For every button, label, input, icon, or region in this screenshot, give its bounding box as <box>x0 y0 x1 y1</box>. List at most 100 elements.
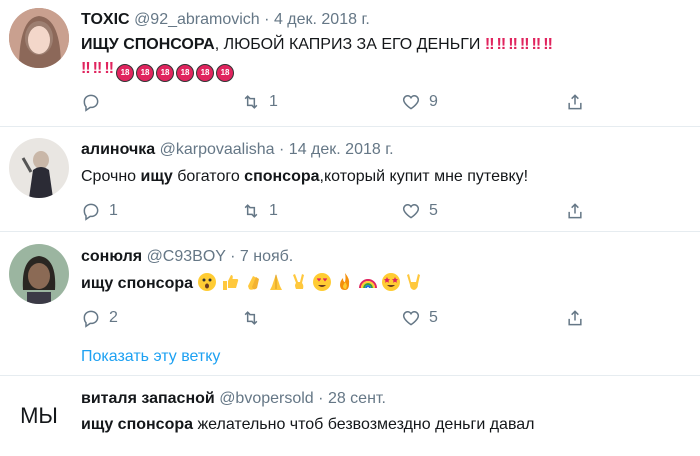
separator-dot: · <box>230 248 236 265</box>
tweet-header: алиночка @karpovaalisha · 14 дек. 2018 г… <box>81 140 394 160</box>
no-under-18-icon: 18 <box>136 64 155 82</box>
text-bold: ищу спонсора <box>81 275 194 292</box>
sign-of-horns-icon <box>407 274 421 290</box>
retweet-button[interactable] <box>241 306 269 330</box>
text-bold: ИЩУ СПОНСОРА <box>81 36 215 53</box>
avatar-photo <box>9 138 69 198</box>
separator-dot: · <box>318 390 324 407</box>
user-name[interactable]: сонюля <box>81 248 142 265</box>
heart-icon <box>402 203 420 219</box>
tweet-text: ищу спонсора <box>81 272 681 296</box>
tweet-actions: 2 5 <box>81 306 601 330</box>
avatar-photo <box>9 244 69 304</box>
reply-count: 1 <box>109 202 118 219</box>
retweet-button[interactable]: 1 <box>241 199 278 223</box>
reply-icon <box>83 310 99 328</box>
tweet-actions: 1 9 <box>81 90 601 114</box>
tweet-header: виталя запасной @bvopersold · 28 сент. <box>81 389 386 409</box>
heart-icon <box>402 310 420 326</box>
share-icon <box>568 94 582 110</box>
tweet-1[interactable]: TOXIC @92_abramovich · 4 дек. 2018 г. ИЩ… <box>0 0 700 126</box>
no-under-18-icon: 18 <box>216 64 235 82</box>
double-exclamation-icon: ‼ <box>104 60 114 77</box>
tweet-date[interactable]: 7 нояб. <box>240 248 293 265</box>
text-part: ,который купит мне путевку! <box>319 168 529 185</box>
reply-count: 2 <box>109 309 118 326</box>
user-name[interactable]: алиночка <box>81 141 155 158</box>
reply-icon <box>83 94 99 112</box>
double-exclamation-icon: ‼ <box>508 36 518 53</box>
tweet-4[interactable]: МЫ виталя запасной @bvopersold · 28 сент… <box>0 376 700 456</box>
heart-icon <box>402 94 420 110</box>
share-icon <box>568 310 582 326</box>
text-part: богатого <box>172 168 245 185</box>
fire-icon <box>340 273 350 290</box>
separator-dot: · <box>279 141 285 158</box>
retweet-icon <box>244 204 258 218</box>
avatar[interactable] <box>9 138 69 198</box>
separator-dot: · <box>264 11 270 28</box>
share-icon <box>568 203 582 219</box>
victory-hand-icon <box>293 274 305 289</box>
text-bold: спонсора <box>244 168 320 185</box>
avatar[interactable]: МЫ <box>9 386 69 446</box>
avatar[interactable] <box>9 8 69 68</box>
double-exclamation-icon: ‼ <box>543 36 553 53</box>
clapping-hands-icon <box>248 276 260 290</box>
reply-button[interactable]: 1 <box>81 199 118 223</box>
retweet-icon <box>244 95 258 109</box>
avatar-photo <box>9 8 69 68</box>
like-count: 5 <box>429 309 438 326</box>
thumbs-up-icon <box>223 275 239 290</box>
like-count: 9 <box>429 93 438 110</box>
text-part: Срочно <box>81 168 141 185</box>
tweet-header: сонюля @C93BOY · 7 нояб. <box>81 247 293 267</box>
double-exclamation-icon: ‼ <box>496 36 507 53</box>
double-exclamation-icon: ‼ <box>92 60 103 77</box>
text-bold: ищу спонсора <box>81 416 194 433</box>
reply-button[interactable] <box>81 90 109 114</box>
tweet-text: Срочно ищу богатого спонсора,который куп… <box>81 165 681 189</box>
like-button[interactable]: 9 <box>401 90 438 114</box>
user-handle[interactable]: @karpovaalisha <box>160 141 275 158</box>
share-button[interactable] <box>565 90 585 114</box>
reply-button[interactable]: 2 <box>81 306 118 330</box>
tweet-text: ИЩУ СПОНСОРА, ЛЮБОЙ КАПРИЗ ЗА ЕГО ДЕНЬГИ… <box>81 33 681 82</box>
like-count: 5 <box>429 202 438 219</box>
tweet-header: TOXIC @92_abramovich · 4 дек. 2018 г. <box>81 10 370 30</box>
share-button[interactable] <box>565 306 585 330</box>
tweet-text: ищу спонсора желательно чтоб безвозмездн… <box>81 413 681 437</box>
rainbow-icon <box>359 279 378 289</box>
like-button[interactable]: 5 <box>401 199 438 223</box>
text-rest: , ЛЮБОЙ КАПРИЗ ЗА ЕГО ДЕНЬГИ <box>214 36 481 53</box>
text-bold: ищу <box>140 168 173 185</box>
folded-hands-icon <box>270 274 283 290</box>
retweet-icon <box>244 311 258 325</box>
no-under-18-icon: 18 <box>156 64 175 82</box>
user-name[interactable]: TOXIC <box>81 11 130 28</box>
no-under-18-icon: 18 <box>116 64 135 82</box>
double-exclamation-icon: ‼ <box>81 60 91 77</box>
share-button[interactable] <box>565 199 585 223</box>
like-button[interactable]: 5 <box>401 306 438 330</box>
show-thread-link[interactable]: Показать эту ветку <box>81 348 220 366</box>
user-name[interactable]: виталя запасной <box>81 390 215 407</box>
avatar[interactable] <box>9 244 69 304</box>
user-handle[interactable]: @bvopersold <box>219 390 314 407</box>
user-handle[interactable]: @C93BOY <box>147 248 226 265</box>
tweet-date[interactable]: 4 дек. 2018 г. <box>274 11 370 28</box>
retweet-count: 1 <box>269 202 278 219</box>
avatar-text: МЫ <box>20 403 58 428</box>
star-struck-icon <box>382 273 401 291</box>
double-exclamation-icon: ‼ <box>519 36 530 53</box>
user-handle[interactable]: @92_abramovich <box>134 11 260 28</box>
tweet-date[interactable]: 14 дек. 2018 г. <box>289 141 394 158</box>
double-exclamation-icon: ‼ <box>484 36 495 53</box>
tweet-2[interactable]: алиночка @karpovaalisha · 14 дек. 2018 г… <box>0 127 700 231</box>
heart-eyes-icon <box>313 273 332 291</box>
tweet-actions: 1 1 5 <box>81 199 601 223</box>
reply-icon <box>83 203 99 221</box>
retweet-button[interactable]: 1 <box>241 90 278 114</box>
tweet-date[interactable]: 28 сент. <box>328 390 386 407</box>
retweet-count: 1 <box>269 93 278 110</box>
